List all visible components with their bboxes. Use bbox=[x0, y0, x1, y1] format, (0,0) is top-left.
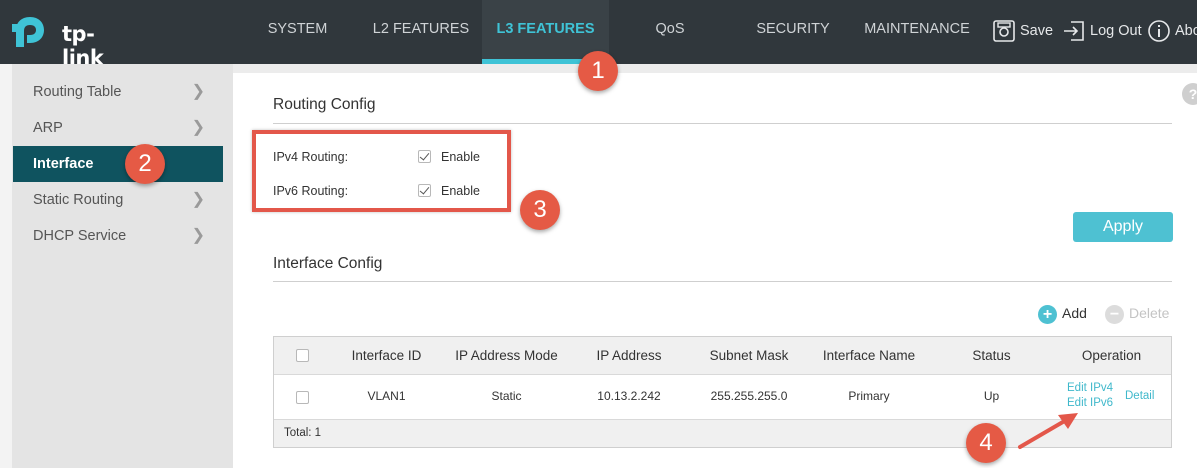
tp-link-logo-icon bbox=[12, 17, 44, 47]
annotation-arrow bbox=[1018, 413, 1078, 449]
sidebar-item-arp[interactable]: ARP ❯ bbox=[13, 110, 223, 146]
delete-label: Delete bbox=[1129, 305, 1170, 321]
nav-l2-features[interactable]: L2 FEATURES bbox=[362, 0, 480, 64]
save-icon bbox=[993, 20, 1015, 42]
cell-ip-address: 10.13.2.242 bbox=[597, 389, 661, 403]
table-header: Interface ID IP Address Mode IP Address … bbox=[274, 337, 1171, 375]
add-button[interactable]: + Add bbox=[1038, 304, 1087, 324]
annotation-badge-4: 4 bbox=[966, 423, 1006, 463]
save-label: Save bbox=[1020, 23, 1054, 39]
nav-qos[interactable]: QoS bbox=[630, 0, 710, 64]
nav-security[interactable]: SECURITY bbox=[743, 0, 843, 64]
column-status: Status bbox=[972, 348, 1011, 363]
sidebar-item-label: Routing Table bbox=[33, 84, 122, 100]
sidebar-item-label: Interface bbox=[33, 156, 94, 172]
plus-icon: + bbox=[1038, 304, 1057, 324]
chevron-right-icon: ❯ bbox=[191, 227, 205, 244]
add-label: Add bbox=[1062, 305, 1087, 321]
sidebar-item-dhcp-service[interactable]: DHCP Service ❯ bbox=[13, 218, 223, 254]
column-ip-address-mode: IP Address Mode bbox=[455, 348, 558, 363]
detail-link[interactable]: Detail bbox=[1125, 390, 1154, 402]
logout-button[interactable]: Log Out bbox=[1062, 16, 1142, 46]
about-button[interactable]: About bbox=[1147, 16, 1197, 46]
routing-config-title: Routing Config bbox=[273, 96, 376, 113]
row-checkbox[interactable] bbox=[296, 391, 309, 404]
highlight-box bbox=[252, 130, 511, 212]
delete-button[interactable]: − Delete bbox=[1105, 304, 1169, 324]
help-icon[interactable]: ? bbox=[1182, 83, 1197, 105]
edit-ipv4-link[interactable]: Edit IPv4 bbox=[1067, 382, 1113, 394]
about-label: About bbox=[1175, 23, 1197, 39]
cell-interface-name: Primary bbox=[848, 389, 890, 403]
nav-maintenance[interactable]: MAINTENANCE bbox=[858, 0, 976, 64]
select-all-checkbox[interactable] bbox=[296, 349, 309, 362]
sidebar: Routing Table ❯ ARP ❯ Interface Static R… bbox=[0, 64, 233, 468]
interface-config-title: Interface Config bbox=[273, 255, 383, 272]
save-button[interactable]: Save bbox=[992, 16, 1053, 46]
sidebar-item-label: ARP bbox=[33, 120, 63, 136]
sidebar-item-label: Static Routing bbox=[33, 192, 124, 208]
column-interface-name: Interface Name bbox=[822, 348, 916, 363]
divider bbox=[273, 123, 1172, 124]
cell-subnet-mask: 255.255.255.0 bbox=[710, 389, 788, 403]
apply-button[interactable]: Apply bbox=[1073, 212, 1173, 242]
logout-icon bbox=[1064, 21, 1084, 41]
tp-link-logo: tp-link bbox=[12, 12, 122, 70]
sidebar-item-label: DHCP Service bbox=[33, 228, 127, 244]
sidebar-item-routing-table[interactable]: Routing Table ❯ bbox=[13, 74, 223, 110]
sidebar-item-interface[interactable]: Interface bbox=[13, 146, 223, 182]
logout-label: Log Out bbox=[1090, 23, 1142, 39]
annotation-badge-2: 2 bbox=[125, 144, 165, 184]
chevron-right-icon: ❯ bbox=[191, 119, 205, 136]
info-icon bbox=[1148, 20, 1170, 42]
minus-icon: − bbox=[1105, 304, 1124, 324]
sidebar-item-static-routing[interactable]: Static Routing ❯ bbox=[13, 182, 223, 218]
chevron-right-icon: ❯ bbox=[191, 191, 205, 208]
brand-name: tp-link bbox=[62, 22, 104, 70]
column-operation: Operation bbox=[1081, 348, 1142, 363]
column-interface-id: Interface ID bbox=[351, 348, 422, 363]
cell-ip-mode: Static bbox=[491, 389, 522, 403]
chevron-right-icon: ❯ bbox=[191, 83, 205, 100]
divider bbox=[273, 281, 1172, 282]
annotation-badge-3: 3 bbox=[520, 190, 560, 230]
column-subnet-mask: Subnet Mask bbox=[709, 348, 789, 363]
nav-system[interactable]: SYSTEM bbox=[250, 0, 345, 64]
annotation-badge-1: 1 bbox=[578, 51, 618, 91]
cell-interface-id: VLAN1 bbox=[367, 389, 406, 403]
column-ip-address: IP Address bbox=[596, 348, 662, 363]
